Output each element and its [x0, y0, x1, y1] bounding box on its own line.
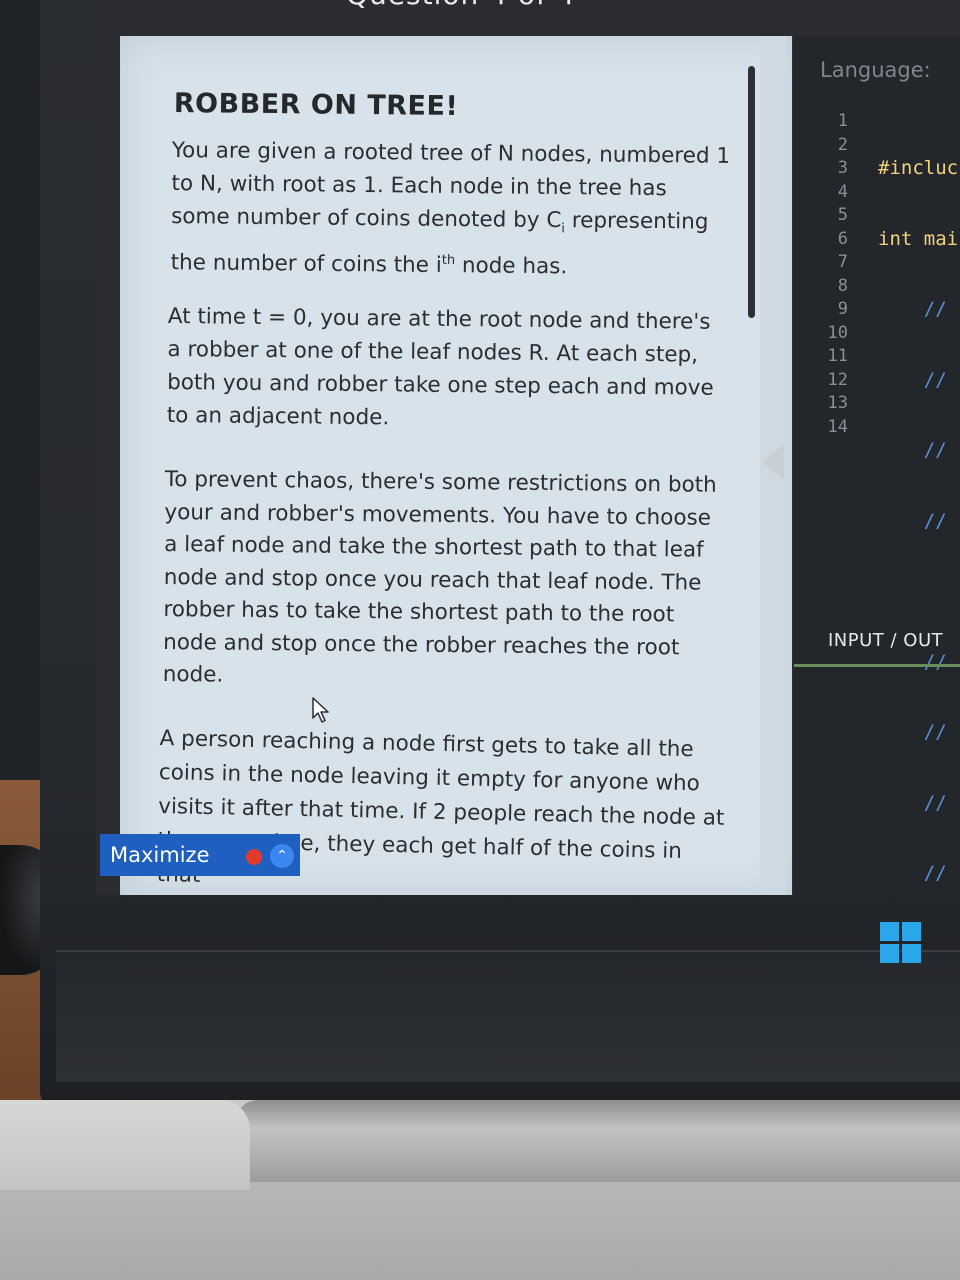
code-line[interactable]	[878, 580, 958, 604]
code-line[interactable]: //	[878, 651, 958, 675]
line-number: 2	[837, 134, 848, 155]
p1-superscript: th	[441, 253, 456, 269]
code-editor[interactable]: Language: 1 2 3 4 5 6 7 8 9 10 11 12 13 …	[794, 36, 960, 895]
line-number: 5	[837, 205, 848, 225]
line-number: 6	[837, 228, 848, 249]
collapse-left-icon[interactable]	[762, 444, 784, 480]
line-number: 3	[837, 158, 848, 178]
line-number: 13	[827, 393, 848, 413]
p1-text-c: node has.	[454, 253, 568, 280]
line-number: 14	[827, 416, 848, 437]
input-output-tab[interactable]: INPUT / OUT	[828, 630, 943, 651]
scrollbar-thumb[interactable]	[748, 66, 755, 318]
tab-underline	[794, 664, 960, 667]
code-line[interactable]: //	[878, 721, 958, 745]
line-number: 9	[837, 299, 848, 319]
question-paragraph-1: You are given a rooted tree of N nodes, …	[170, 134, 731, 285]
question-paragraph-3: To prevent chaos, there's some restricti…	[162, 466, 717, 688]
laptop-screen: Question 4 of 4 ROBBER ON TREE! You are …	[96, 0, 960, 895]
code-line[interactable]: int mai	[878, 228, 958, 252]
line-number: 4	[837, 181, 848, 202]
code-line[interactable]: //	[878, 792, 958, 816]
line-number: 1	[837, 111, 848, 131]
laptop-hinge	[236, 1100, 960, 1182]
question-panel: ROBBER ON TREE! You are given a rooted t…	[120, 36, 792, 895]
code-content[interactable]: #incluc int mai // // // // // // // // …	[878, 110, 958, 895]
proctor-maximize-bar[interactable]: Maximize ⌃	[100, 834, 300, 876]
code-line[interactable]: //	[878, 862, 958, 886]
laptop-bezel-bottom	[56, 950, 960, 1082]
laptop-base-corner	[0, 1100, 250, 1190]
record-indicator-icon	[246, 849, 262, 865]
chevron-up-icon[interactable]: ⌃	[270, 844, 294, 868]
line-number: 10	[827, 322, 848, 343]
line-number: 11	[827, 346, 848, 366]
line-number: 8	[837, 275, 848, 296]
code-line[interactable]: #incluc	[878, 157, 958, 181]
pointer-cursor-icon	[312, 697, 329, 723]
question-paragraph-2: At time t = 0, you are at the root node …	[166, 303, 714, 431]
line-number: 12	[827, 369, 848, 390]
maximize-button[interactable]: Maximize	[110, 843, 209, 867]
code-line[interactable]: //	[878, 439, 958, 463]
code-line[interactable]: //	[878, 510, 958, 534]
code-line[interactable]: //	[878, 298, 958, 322]
line-numbers: 1 2 3 4 5 6 7 8 9 10 11 12 13 14	[820, 110, 848, 439]
windows-start-icon[interactable]	[880, 922, 922, 964]
question-title: ROBBER ON TREE!	[173, 88, 459, 122]
question-header: Question 4 of 4	[346, 0, 576, 11]
language-label[interactable]: Language:	[820, 58, 931, 82]
line-number: 7	[837, 252, 848, 272]
code-line[interactable]: //	[878, 369, 958, 393]
